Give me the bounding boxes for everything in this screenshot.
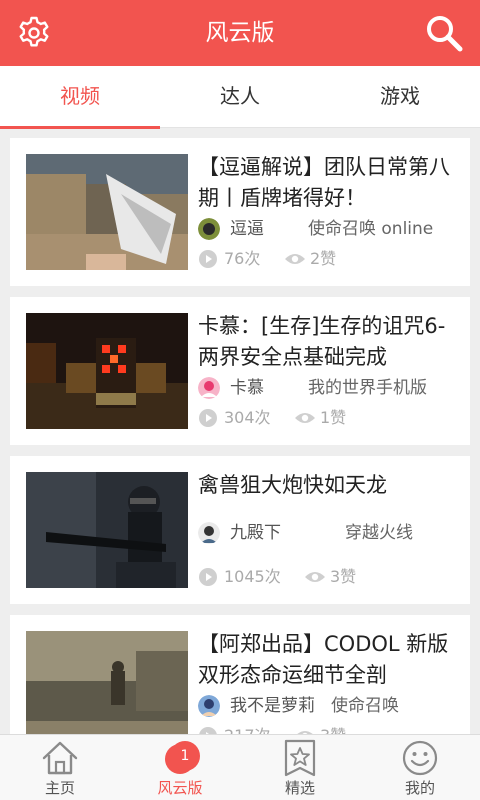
author-name[interactable]: 卡慕 bbox=[230, 377, 264, 399]
nav-mine[interactable]: 我的 bbox=[360, 735, 480, 800]
home-icon bbox=[42, 741, 78, 775]
game-name[interactable]: 穿越火线 bbox=[345, 522, 413, 544]
search-icon[interactable] bbox=[424, 13, 464, 53]
like-count: 2赞 bbox=[310, 249, 337, 268]
video-card[interactable]: 【阿郑出品】CODOL 新版双形态命运细节全剖 我不是萝莉 使命召唤 217次 … bbox=[10, 615, 470, 734]
video-thumbnail[interactable] bbox=[26, 313, 188, 429]
play-count-icon bbox=[199, 250, 217, 268]
featured-star-icon bbox=[284, 739, 316, 777]
nav-home[interactable]: 主页 bbox=[0, 735, 120, 800]
game-name[interactable]: 使命召唤 online bbox=[308, 218, 433, 240]
author-name[interactable]: 九殿下 bbox=[230, 522, 281, 544]
tab-games[interactable]: 游戏 bbox=[320, 66, 480, 128]
nav-home-label: 主页 bbox=[44, 779, 75, 797]
game-name[interactable]: 使命召唤 bbox=[331, 695, 399, 717]
smiley-face-icon bbox=[402, 740, 438, 776]
video-list[interactable]: 【逗逼解说】团队日常第八期丨盾牌堵得好！ 逗逼 使命召唤 online 76次 … bbox=[0, 128, 480, 734]
nav-fengyun-label: 风云版 bbox=[157, 779, 203, 797]
play-count-icon bbox=[199, 409, 217, 427]
play-count-icon bbox=[199, 727, 217, 734]
page-title: 风云版 bbox=[205, 20, 275, 46]
bottom-navigation: 主页 风云版 1 精选 我的 bbox=[0, 734, 480, 800]
view-count: 217次 bbox=[224, 725, 271, 734]
video-title[interactable]: 【阿郑出品】CODOL 新版双形态命运细节全剖 bbox=[198, 629, 466, 691]
video-title[interactable]: 卡慕：[生存]生存的诅咒6-两界安全点基础完成 bbox=[198, 311, 466, 373]
play-count-icon bbox=[199, 568, 217, 586]
video-card[interactable]: 禽兽狙大炮快如天龙 九殿下 穿越火线 1045次 3赞 bbox=[10, 456, 470, 604]
video-thumbnail[interactable] bbox=[26, 472, 188, 588]
author-name[interactable]: 我不是萝莉 bbox=[230, 695, 315, 717]
tab-experts[interactable]: 达人 bbox=[160, 66, 320, 128]
tab-bar: 视频 达人 游戏 bbox=[0, 66, 480, 129]
app-header: 风云版 bbox=[0, 0, 480, 66]
author-avatar[interactable] bbox=[198, 218, 220, 240]
video-card[interactable]: 【逗逼解说】团队日常第八期丨盾牌堵得好！ 逗逼 使命召唤 online 76次 … bbox=[10, 138, 470, 286]
video-title[interactable]: 【逗逼解说】团队日常第八期丨盾牌堵得好！ bbox=[198, 152, 466, 214]
author-name[interactable]: 逗逼 bbox=[230, 218, 264, 240]
like-count: 3赞 bbox=[320, 725, 346, 734]
like-count: 3赞 bbox=[330, 567, 357, 586]
video-card[interactable]: 卡慕：[生存]生存的诅咒6-两界安全点基础完成 卡慕 我的世界手机版 304次 … bbox=[10, 297, 470, 445]
nav-featured-label: 精选 bbox=[284, 779, 315, 797]
video-thumbnail[interactable] bbox=[26, 631, 188, 734]
video-title[interactable]: 禽兽狙大炮快如天龙 bbox=[198, 470, 466, 501]
nav-featured[interactable]: 精选 bbox=[240, 735, 360, 800]
game-name[interactable]: 我的世界手机版 bbox=[308, 377, 427, 399]
video-thumbnail[interactable] bbox=[26, 154, 188, 270]
author-avatar[interactable] bbox=[198, 522, 220, 544]
notification-badge: 1 bbox=[170, 741, 200, 771]
like-count: 1赞 bbox=[320, 408, 347, 427]
view-count: 1045次 bbox=[224, 567, 281, 586]
view-count: 76次 bbox=[224, 249, 261, 268]
author-avatar[interactable] bbox=[198, 377, 220, 399]
eye-icon bbox=[295, 413, 315, 423]
eye-icon bbox=[285, 254, 305, 264]
view-count: 304次 bbox=[224, 408, 271, 427]
tab-videos[interactable]: 视频 bbox=[0, 66, 160, 129]
eye-icon bbox=[305, 572, 325, 582]
author-avatar[interactable] bbox=[198, 695, 220, 717]
nav-mine-label: 我的 bbox=[404, 779, 435, 797]
